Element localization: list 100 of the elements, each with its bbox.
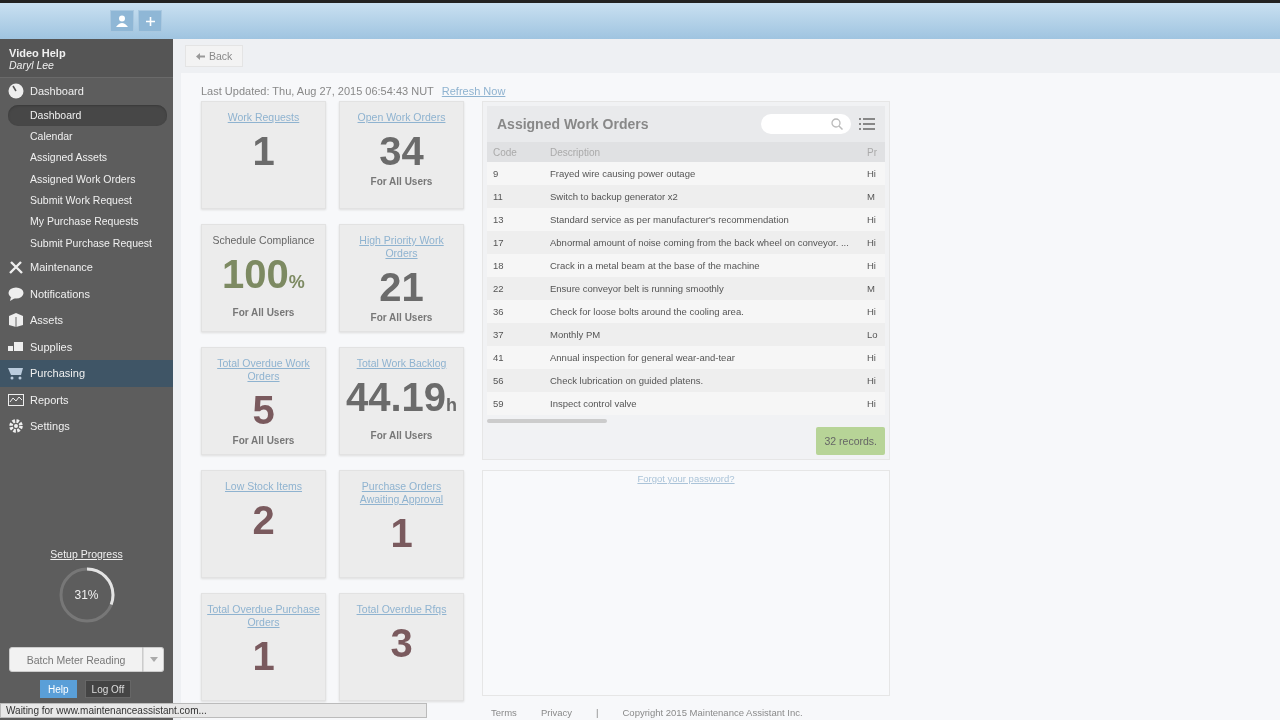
tile-value: 21 [379, 264, 424, 310]
privacy-link[interactable]: Privacy [540, 706, 573, 718]
tile-value: 100% [222, 251, 305, 298]
tile-value: 1 [390, 510, 413, 556]
table-cell-text: Hi [867, 237, 877, 248]
search-field[interactable] [761, 114, 851, 134]
plus-icon [145, 16, 155, 26]
tile-footer: For All Users [370, 312, 433, 323]
nav-item[interactable]: Dashboard [0, 78, 173, 105]
add-button[interactable] [138, 10, 162, 32]
tile-value: 34 [379, 128, 424, 174]
table-cell-text: Crack in a metal beam at the base of the machine [550, 260, 761, 271]
table-cell-text: Ensure conveyor belt is running smoothly [550, 283, 725, 294]
log-off-button[interactable]: Log Off [84, 680, 132, 698]
nav-item[interactable]: Supplies [0, 333, 173, 361]
table-cell-text: 11 [492, 191, 504, 202]
tile-value: 3 [390, 620, 413, 666]
account-name: Video Help [9, 47, 67, 59]
table-cell-text: M [867, 191, 876, 202]
nav-subitem[interactable]: Submit Purchase Request [8, 232, 167, 255]
refresh-link[interactable]: Refresh Now [441, 85, 506, 97]
last-updated-text: Last Updated: Thu, Aug 27, 2015 06:54:43 NUT [201, 85, 434, 97]
table-cell-text: 37 [492, 329, 505, 340]
list-icon[interactable] [859, 117, 875, 131]
table-cell-text: M [867, 283, 876, 294]
box-icon [8, 312, 24, 329]
nav-item[interactable]: Settings [0, 413, 173, 440]
separator-text: | [596, 706, 599, 718]
table-cell-text: Hi [867, 375, 877, 386]
table-cell-text: Annual inspection for general wear-and-tear [550, 352, 736, 363]
table-cell-text: Hi [867, 214, 877, 225]
progress-reading: 31% [74, 588, 99, 602]
table-cell-text: Hi [867, 352, 877, 363]
table-cell-text: 17 [492, 237, 505, 248]
nav-subitem[interactable]: Dashboard [8, 104, 167, 126]
nav-item[interactable]: Maintenance [0, 254, 173, 281]
tile-title: Schedule Compliance [212, 234, 315, 247]
table-cell-text: 9 [492, 168, 500, 179]
settings-icon [8, 418, 24, 435]
user-button[interactable] [110, 10, 134, 32]
scrollbar[interactable] [487, 419, 607, 423]
tile-footer: For All Users [232, 435, 295, 446]
nav-subitem[interactable]: Assigned Work Orders [8, 168, 167, 191]
panel-title: Assigned Work Orders [497, 116, 650, 132]
tools-icon [8, 259, 24, 276]
nav-subitem[interactable]: Assigned Assets [8, 147, 167, 169]
table-cell-text: 56 [492, 375, 505, 386]
chart-icon [8, 392, 24, 408]
nav-subitem[interactable]: Calendar [8, 125, 167, 148]
tile-footer: For All Users [370, 430, 433, 441]
table-cell-text: Abnormal amount of noise coming from the back wheel on conveyor. ... [550, 237, 850, 248]
table-cell-text: Check lubrication on guided platens. [550, 375, 705, 386]
table-cell-text: Hi [867, 260, 877, 271]
table-cell-text: Inspect control valve [550, 398, 638, 409]
table-cell-text: 13 [492, 214, 505, 225]
cart-icon [8, 365, 24, 382]
help-button[interactable]: Help [40, 680, 77, 698]
table-cell-text: Check for loose bolts around the cooling area. [550, 306, 745, 317]
tile-footer: For All Users [370, 176, 433, 187]
nav-item[interactable]: Reports [0, 386, 173, 414]
table-cell-text: Monthly PM [550, 329, 602, 340]
nav-subitem[interactable]: Submit Work Request [8, 190, 167, 212]
table-cell-text: 59 [492, 398, 505, 409]
caret-icon [149, 657, 158, 662]
tile-value: 2 [252, 497, 275, 543]
table-cell-text: 36 [492, 306, 505, 317]
nav-item[interactable]: Notifications [0, 280, 173, 308]
setup-progress-link[interactable]: Setup Progress [50, 548, 123, 560]
table-cell-text: Hi [867, 306, 877, 317]
tile-value: 1 [252, 633, 275, 679]
speech-bubble-icon [8, 286, 24, 302]
nav-item[interactable]: Assets [0, 307, 173, 334]
table-cell-text: Hi [867, 168, 877, 179]
back-button[interactable]: Back [185, 45, 244, 67]
terms-link[interactable]: Terms [491, 706, 517, 718]
table-cell-text: Lo [867, 329, 879, 340]
table-cell-text: Standard service as per manufacturer's recommendation [550, 214, 790, 225]
table-cell-text: Switch to backup generator x2 [550, 191, 679, 202]
tile-footer: For All Users [232, 307, 295, 318]
tile-value: 1 [252, 128, 275, 174]
nav-subitem[interactable]: My Purchase Requests [8, 211, 167, 233]
copyright-text: Copyright 2015 Maintenance Assistant Inc. [622, 706, 803, 718]
gauge-icon [8, 83, 24, 100]
nav-item[interactable]: Purchasing [0, 360, 173, 387]
table-cell-text: 41 [492, 352, 505, 363]
record-count: 32 records. [816, 427, 885, 455]
table-cell-text: 22 [492, 283, 505, 294]
table-cell-text: 18 [492, 260, 505, 271]
search-icon [831, 118, 843, 130]
progress-ring [57, 566, 116, 624]
dropdown-button[interactable] [143, 647, 164, 672]
batch-meter-button[interactable]: Batch Meter Reading [9, 647, 143, 672]
user-icon [116, 15, 128, 27]
arrow-icon [196, 52, 205, 60]
table-cell-text: Frayed wire causing power outage [550, 168, 697, 179]
tile-value: 44.19h [345, 374, 458, 421]
table-cell-text: Hi [867, 398, 877, 409]
user-name: Daryl Lee [9, 59, 55, 71]
tile-value: 5 [252, 387, 275, 433]
status-bar: Waiting for www.maintenanceassistant.com... [0, 703, 427, 718]
